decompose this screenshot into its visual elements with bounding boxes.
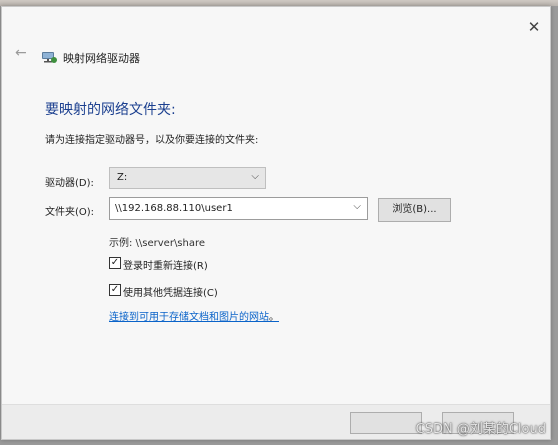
folder-label: 文件夹(O): [45, 207, 95, 218]
website-storage-link[interactable]: 连接到可用于存储文档和图片的网站。 [109, 308, 279, 323]
folder-combobox[interactable]: ⌵ [109, 197, 368, 220]
dialog-title: 映射网络驱动器 [63, 52, 140, 65]
reconnect-checkbox[interactable]: ✓ [109, 257, 121, 269]
example-text: 示例: \\server\share [109, 238, 206, 249]
credentials-checkbox[interactable]: ✓ [109, 284, 121, 296]
back-button[interactable]: ← [15, 46, 29, 60]
screen: ✕ ← 映射网络驱动器 要映射的网络文件夹: 请为连接指定驱动器号，以及你要连接… [0, 0, 558, 445]
watermark: CSDN @刘某的Cloud [415, 422, 546, 437]
page-heading: 要映射的网络文件夹: [45, 102, 176, 118]
drive-letter-dropdown[interactable]: Z: ⌵ [109, 167, 266, 189]
finish-button[interactable] [350, 412, 422, 434]
close-button[interactable]: ✕ [526, 19, 542, 35]
website-storage-link-text[interactable]: 连接到可用于存储文档和图片的网站 [109, 312, 269, 323]
chevron-down-icon[interactable]: ⌵ [353, 201, 361, 212]
drive-label: 驱动器(D): [45, 178, 94, 189]
drive-letter-value: Z: [117, 172, 128, 183]
folder-path-input[interactable] [113, 200, 347, 216]
browse-button[interactable]: 浏览(B)... [378, 198, 451, 222]
credentials-label[interactable]: 使用其他凭据连接(C) [123, 284, 218, 299]
close-icon: ✕ [527, 18, 541, 36]
instruction-text: 请为连接指定驱动器号，以及你要连接的文件夹: [45, 135, 259, 146]
reconnect-label[interactable]: 登录时重新连接(R) [123, 257, 208, 272]
network-drive-icon [42, 52, 57, 63]
link-period: 。 [269, 312, 279, 323]
back-arrow-icon: ← [15, 45, 27, 61]
map-network-drive-dialog: ✕ ← 映射网络驱动器 要映射的网络文件夹: 请为连接指定驱动器号，以及你要连接… [1, 6, 551, 440]
chevron-down-icon: ⌵ [251, 171, 259, 182]
